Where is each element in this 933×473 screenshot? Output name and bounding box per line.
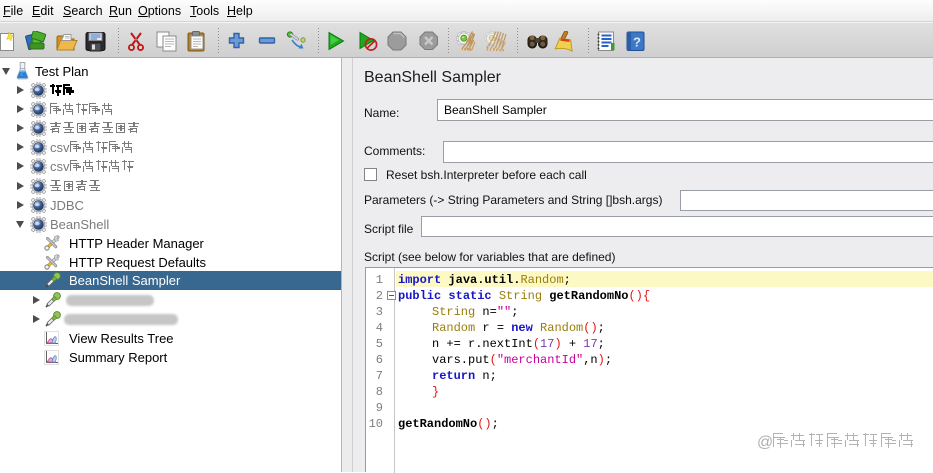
svg-text:?: ?	[633, 35, 641, 50]
